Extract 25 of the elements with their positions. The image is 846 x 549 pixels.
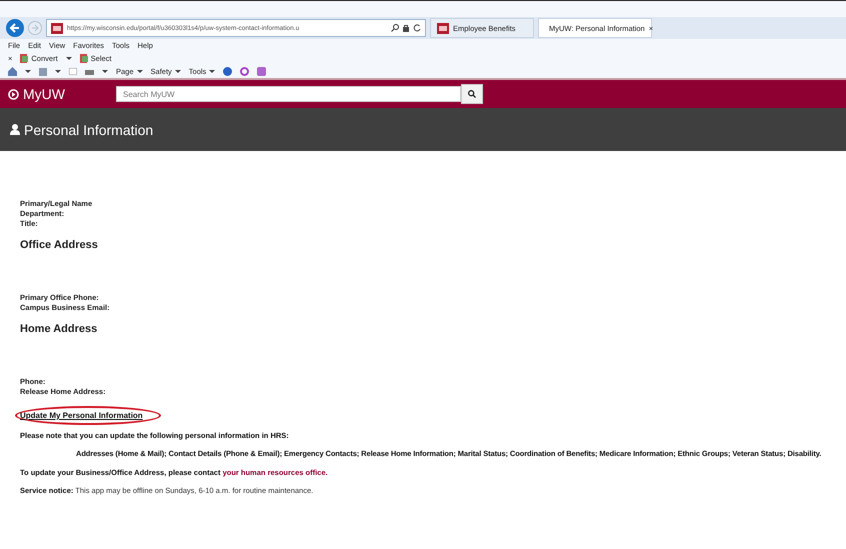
caret-icon <box>209 69 216 74</box>
lock-icon <box>403 24 409 32</box>
caret-icon <box>174 69 181 74</box>
document-icon <box>80 54 88 63</box>
favicon-icon <box>51 22 63 34</box>
section-heading: Office Address <box>20 239 99 251</box>
page-title: Personal Information <box>24 122 154 138</box>
caret-icon <box>25 69 31 74</box>
caret-icon <box>136 69 143 74</box>
favicon-icon <box>437 22 449 34</box>
section-heading: Home Address <box>20 323 98 335</box>
back-icon[interactable] <box>6 19 24 37</box>
caret-icon <box>55 69 61 74</box>
logo-icon <box>8 88 19 100</box>
search-button[interactable] <box>461 84 483 104</box>
refresh-icon[interactable] <box>413 24 421 32</box>
caret-icon <box>102 69 108 74</box>
search-icon <box>391 24 399 32</box>
document-icon <box>20 54 28 63</box>
site-logo[interactable]: MyUW <box>23 86 65 102</box>
user-icon <box>10 124 20 135</box>
update-link[interactable]: Update My Personal Information <box>20 411 143 420</box>
search-icon <box>468 90 476 98</box>
home-icon[interactable] <box>8 67 17 76</box>
search-field[interactable]: Search MyUW <box>116 86 461 102</box>
